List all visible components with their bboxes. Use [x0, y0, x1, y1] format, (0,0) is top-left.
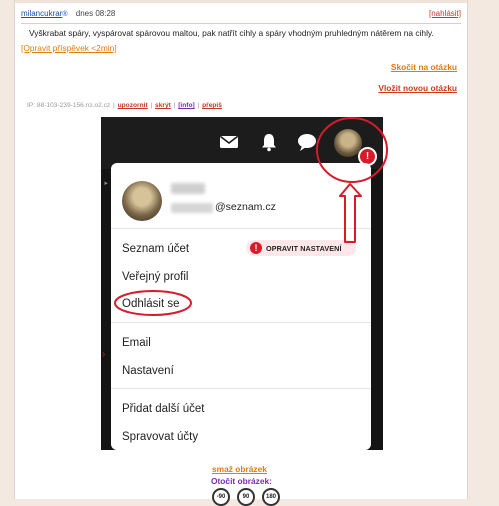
rotate-image-label: Otočit obrázek:: [211, 476, 272, 486]
up-arrow-icon: [339, 183, 362, 243]
avatar-highlight-circle: [316, 117, 388, 183]
rotate-180-icon[interactable]: 180: [262, 488, 280, 506]
delete-image-link[interactable]: smaž obrázek: [212, 464, 267, 474]
rotate-right-icon[interactable]: 90: [237, 488, 255, 506]
logout-highlight-ellipse: [114, 290, 192, 316]
rotate-left-icon[interactable]: -90: [212, 488, 230, 506]
annotation-overlay: [114, 117, 388, 316]
